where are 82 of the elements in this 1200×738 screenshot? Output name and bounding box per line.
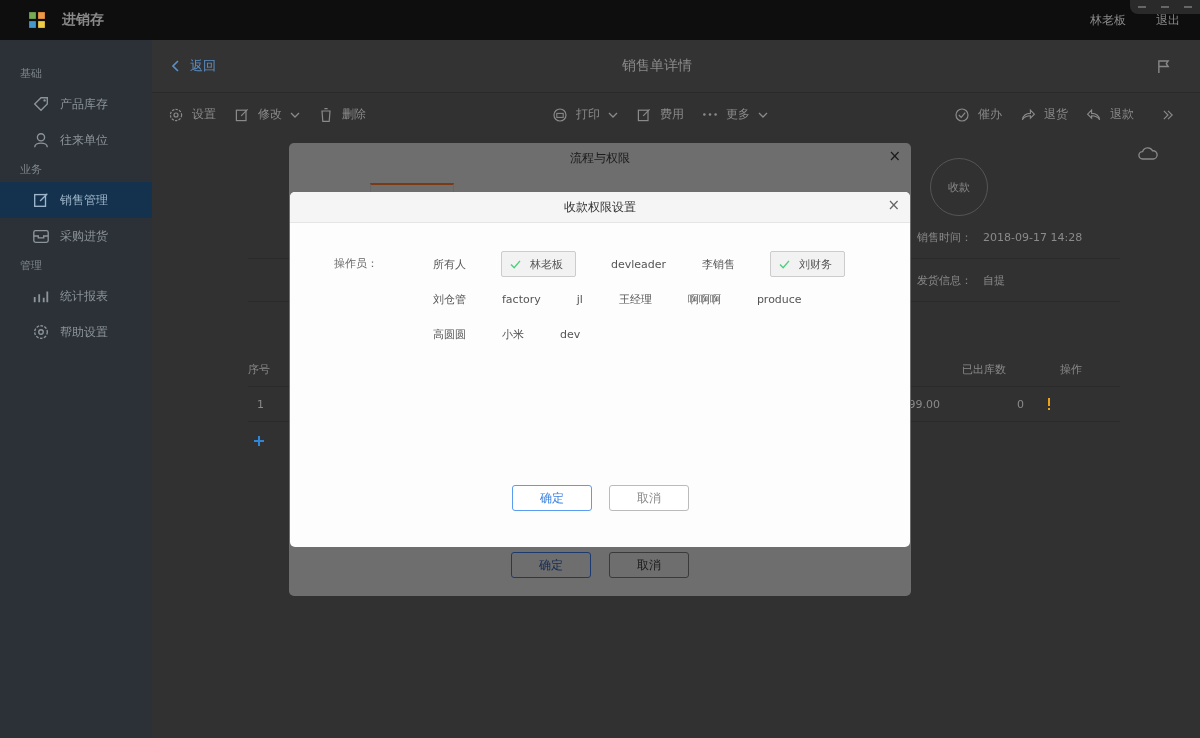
toolbar-button[interactable]: 打印 [552, 106, 618, 123]
toolbar-button[interactable]: 设置 [168, 106, 216, 123]
back-link[interactable]: 返回 [172, 57, 216, 75]
toolbar-button[interactable]: 更多 [702, 106, 768, 123]
field-label: 操作员： [334, 256, 379, 272]
toolbar-button[interactable]: 退款 [1086, 106, 1134, 123]
table-cell-text: 1 [256, 397, 265, 411]
dialog-title: 收款权限设置 [564, 198, 636, 216]
inbox-icon [32, 227, 50, 245]
dialog-title: 流程与权限 [570, 149, 630, 167]
add-icon[interactable] [254, 436, 264, 446]
operator-option[interactable]: 刘仓管 [432, 286, 467, 312]
sidebar-item[interactable]: 帮助设置 [0, 314, 152, 350]
toolbar-button[interactable]: 费用 [636, 106, 684, 123]
edit-icon [234, 106, 250, 123]
cancel-button[interactable]: 取消 [609, 552, 689, 578]
cloud-icon[interactable] [1138, 146, 1158, 161]
check-icon [779, 259, 791, 269]
app-title: 进销存 [62, 11, 104, 29]
operator-option[interactable]: produce [755, 286, 803, 312]
field-value: 自提 [983, 272, 1005, 288]
operator-option[interactable]: devleader [610, 251, 668, 277]
caret-icon [290, 111, 300, 118]
settings-icon [32, 323, 50, 341]
field-label: 发货信息： [917, 272, 973, 288]
toolbar-button[interactable]: 退货 [1020, 106, 1068, 123]
column-header: 已出库数 [961, 361, 1007, 377]
more-icon [702, 112, 718, 117]
field-label: 销售时间： [917, 229, 973, 245]
toolbar-button[interactable]: 催办 [954, 106, 1002, 123]
toolbar-button[interactable]: 删除 [318, 106, 366, 123]
logout-link[interactable]: 退出 [1156, 11, 1180, 29]
chevron-left-icon [172, 60, 180, 72]
close-icon[interactable]: × [888, 149, 901, 164]
field-value: 2018-09-17 14:28 [983, 230, 1083, 244]
operator-option[interactable]: 啊啊啊 [686, 286, 722, 312]
confirm-button[interactable]: 确定 [511, 485, 592, 511]
back-arrow-icon [1086, 106, 1102, 123]
forward-arrow-icon [1020, 106, 1036, 123]
confirm-button[interactable]: 确定 [511, 552, 591, 578]
operator-option[interactable]: 李销售 [701, 251, 737, 277]
operator-option[interactable]: 刘财务 [770, 251, 846, 277]
sidebar-section-title: 业务 [19, 162, 43, 178]
cancel-button[interactable]: 取消 [608, 485, 689, 511]
sidebar-section-title: 基础 [19, 66, 43, 82]
user-name[interactable]: 林老板 [1090, 11, 1126, 29]
operator-option[interactable]: jl [575, 286, 584, 312]
sidebar-section-title: 管理 [19, 258, 43, 274]
settings-icon [168, 106, 184, 123]
operator-option[interactable]: dev [559, 321, 582, 347]
caret-icon [758, 111, 768, 118]
operator-option[interactable]: 小米 [501, 321, 525, 347]
column-header: 序号 [248, 361, 271, 377]
printer-icon [552, 106, 568, 123]
sidebar-item[interactable]: 采购进货 [0, 218, 152, 254]
operator-option[interactable]: 林老板 [501, 251, 576, 277]
operator-option[interactable]: 王经理 [617, 286, 653, 312]
double-chevron-icon[interactable] [1162, 109, 1174, 120]
column-header: 操作 [1060, 361, 1083, 377]
close-icon[interactable]: × [887, 198, 900, 213]
tag-icon [32, 95, 50, 113]
table-cell: 0 [1017, 397, 1024, 411]
page-title: 销售单详情 [620, 57, 693, 75]
sidebar-item[interactable]: 产品库存 [0, 86, 152, 122]
warning-icon[interactable] [1046, 397, 1052, 411]
check-icon [510, 259, 521, 269]
operator-option[interactable]: factory [501, 286, 542, 312]
sidebar-item[interactable]: 往来单位 [0, 122, 152, 158]
flag-icon[interactable] [1157, 58, 1170, 74]
sidebar-item[interactable]: 销售管理 [0, 182, 152, 218]
edit-icon [32, 191, 50, 209]
window-controls[interactable] [1130, 0, 1200, 14]
edit-icon [636, 106, 652, 123]
caret-icon [608, 111, 618, 118]
operator-option[interactable]: 所有人 [432, 251, 467, 277]
check-circle-icon [954, 106, 970, 123]
sidebar-item[interactable]: 统计报表 [0, 278, 152, 314]
toolbar-button[interactable]: 修改 [234, 106, 300, 123]
operator-option[interactable]: 高圆圆 [432, 321, 467, 347]
person-icon [32, 131, 50, 149]
logo-icon [28, 11, 46, 29]
trash-icon [318, 106, 334, 123]
